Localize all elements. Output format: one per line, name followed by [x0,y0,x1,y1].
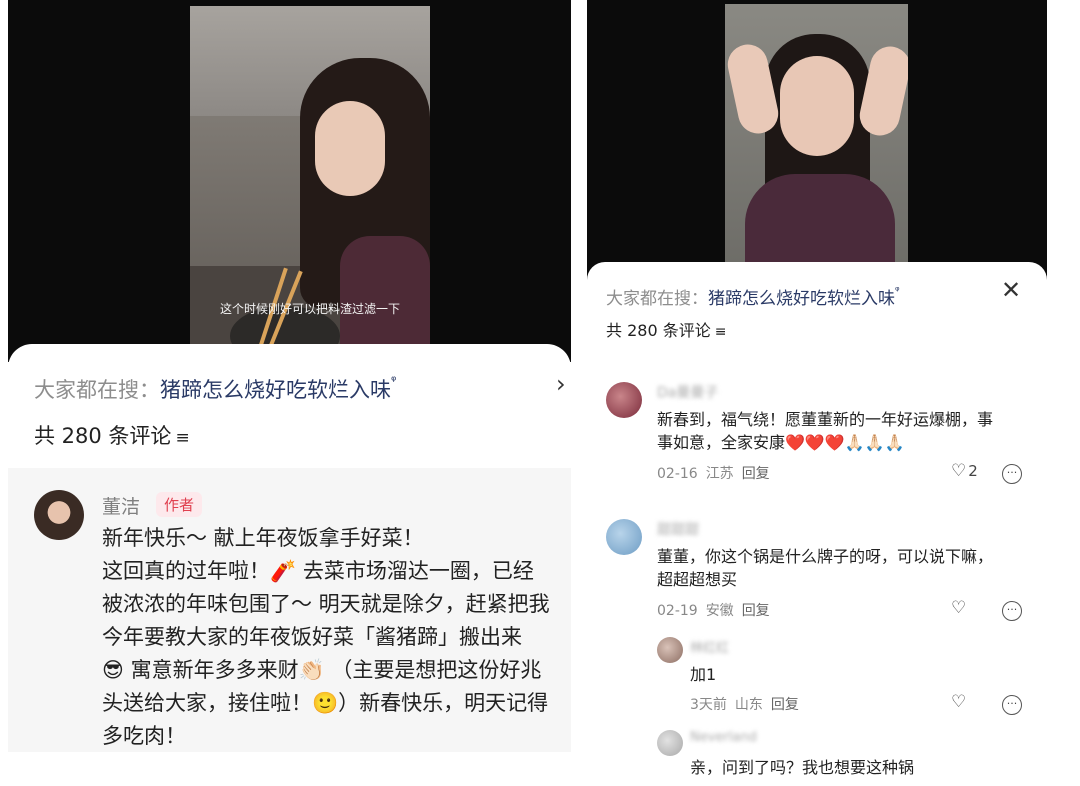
waving-hand [856,42,908,140]
avatar[interactable] [606,382,642,418]
avatar[interactable] [34,490,84,540]
video-frame [725,4,908,280]
search-prefix: 大家都在搜： [606,289,708,309]
comment-line: 超超超想买 [657,570,738,589]
comment-text: 亲，问到了吗？我也想要这种锅 [690,756,914,779]
video-frame: 这个时候刚好可以把料渣过滤一下 [190,6,430,356]
close-chevron-icon[interactable]: › [556,370,566,398]
search-prefix: 大家都在搜： [34,378,160,402]
comment-sheet: 大家都在搜：猪蹄怎么烧好吃软烂入味ᵠ › 共 280 条评论 ≡ 董洁 作者 新年… [8,344,571,752]
search-suggestion[interactable]: 大家都在搜：猪蹄怎么烧好吃软烂入味ᵠ [606,284,900,309]
commenter-name[interactable]: Da曼曼子 [657,382,718,402]
comment-meta: 02-16 江苏 回复 [657,463,778,483]
person-face [315,101,385,196]
reply-button[interactable]: 回复 [742,466,770,482]
comment-line: 多吃肉！ [102,724,186,748]
like-button[interactable]: ♡ 2 [951,461,978,481]
comment-line: 被浓浓的年味包围了～ 明天就是除夕，赶紧把我 [102,592,550,616]
comment-count-text: 共 280 条评论 [606,321,711,340]
comment-line: 加1 [690,665,717,684]
comment-line: 董董，你这个锅是什么牌子的呀，可以说下嘛， [657,547,994,566]
comment-location: 山东 [734,697,763,713]
video-player[interactable] [587,0,1047,282]
comment-line: 头送给大家，接住啦！🙂）新春快乐，明天记得 [102,691,549,715]
search-keyword-link[interactable]: 猪蹄怎么烧好吃软烂入味 [160,378,391,402]
author-name[interactable]: 董洁 [102,492,140,519]
comment-line: 这回真的过年啦！🧨 去菜市场溜达一圈，已经 [102,559,534,583]
comment-location: 安徽 [705,603,734,619]
author-comment-text: 新年快乐～ 献上年夜饭拿手好菜！ 这回真的过年啦！🧨 去菜市场溜达一圈，已经 被… [102,522,571,752]
commenter-name[interactable]: 林红红 [690,637,729,656]
avatar[interactable] [657,730,683,756]
person-face [780,56,854,156]
like-button[interactable]: ♡ [951,598,968,618]
comment-count: 共 280 条评论 ≡ [606,317,726,341]
search-icon: ᵠ [895,284,900,297]
like-button[interactable]: ♡ [951,692,968,712]
comment-date: 3天前 [690,697,727,713]
close-icon[interactable]: ✕ [1001,276,1021,304]
search-suggestion[interactable]: 大家都在搜：猪蹄怎么烧好吃软烂入味ᵠ [34,374,396,404]
comment-line: 亲，问到了吗？我也想要这种锅 [690,758,915,777]
reply-button[interactable]: 回复 [771,697,799,713]
reply-button[interactable]: 回复 [742,603,770,619]
author-badge: 作者 [156,492,203,517]
right-screenshot: 大家都在搜：猪蹄怎么烧好吃软烂入味ᵠ ✕ 共 280 条评论 ≡ Da曼曼子 新春… [587,0,1047,786]
heart-icon: ♡ [951,598,967,618]
comment-line: 新年快乐～ 献上年夜饭拿手好菜！ [102,526,424,550]
comment-text: 董董，你这个锅是什么牌子的呀，可以说下嘛， 超超超想买 [657,545,993,591]
heart-icon: ♡ [951,692,967,712]
comment-location: 江苏 [705,466,734,482]
video-player[interactable]: 这个时候刚好可以把料渣过滤一下 [8,0,571,362]
comment-meta: 3天前 山东 回复 [690,694,807,714]
filter-icon[interactable]: ≡ [715,324,727,340]
comment-date: 02-19 [657,603,698,619]
comment-sheet: 大家都在搜：猪蹄怎么烧好吃软烂入味ᵠ ✕ 共 280 条评论 ≡ Da曼曼子 新春… [587,262,1047,786]
more-options-icon[interactable]: ··· [1002,601,1022,621]
comment-text: 加1 [690,663,716,686]
comment-meta: 02-19 安徽 回复 [657,600,778,620]
comment-count: 共 280 条评论 ≡ [34,420,190,450]
comment-count-text: 共 280 条评论 [34,424,172,448]
left-screenshot: 这个时候刚好可以把料渣过滤一下 大家都在搜：猪蹄怎么烧好吃软烂入味ᵠ › 共 2… [8,0,571,752]
search-keyword-link[interactable]: 猪蹄怎么烧好吃软烂入味 [708,289,895,309]
avatar[interactable] [606,519,642,555]
video-subtitle: 这个时候刚好可以把料渣过滤一下 [219,302,400,316]
comment-line: 新春到，福气绕！愿董董新的一年好运爆棚，事 [657,410,994,429]
commenter-name[interactable]: 甜甜甜 [657,519,699,539]
search-icon: ᵠ [391,374,397,389]
comment-line: 事如意，全家安康❤️❤️❤️🙏🏻🙏🏻🙏🏻 [657,433,905,452]
like-count: 2 [968,462,978,480]
more-options-icon[interactable]: ··· [1002,695,1022,715]
comment-line: 今年要教大家的年夜饭好菜「酱猪蹄」搬出来 [102,625,522,649]
person-body [340,236,430,356]
filter-icon[interactable]: ≡ [175,428,189,448]
more-options-icon[interactable]: ··· [1002,464,1022,484]
heart-icon: ♡ [951,461,967,481]
commenter-name[interactable]: Neverland [690,730,757,745]
avatar[interactable] [657,637,683,663]
comment-line: 😎 寓意新年多多来财👏🏻 （主要是想把这份好兆 [102,658,542,682]
comment-text: 新春到，福气绕！愿董董新的一年好运爆棚，事 事如意，全家安康❤️❤️❤️🙏🏻🙏🏻… [657,408,993,454]
comment-date: 02-16 [657,466,698,482]
